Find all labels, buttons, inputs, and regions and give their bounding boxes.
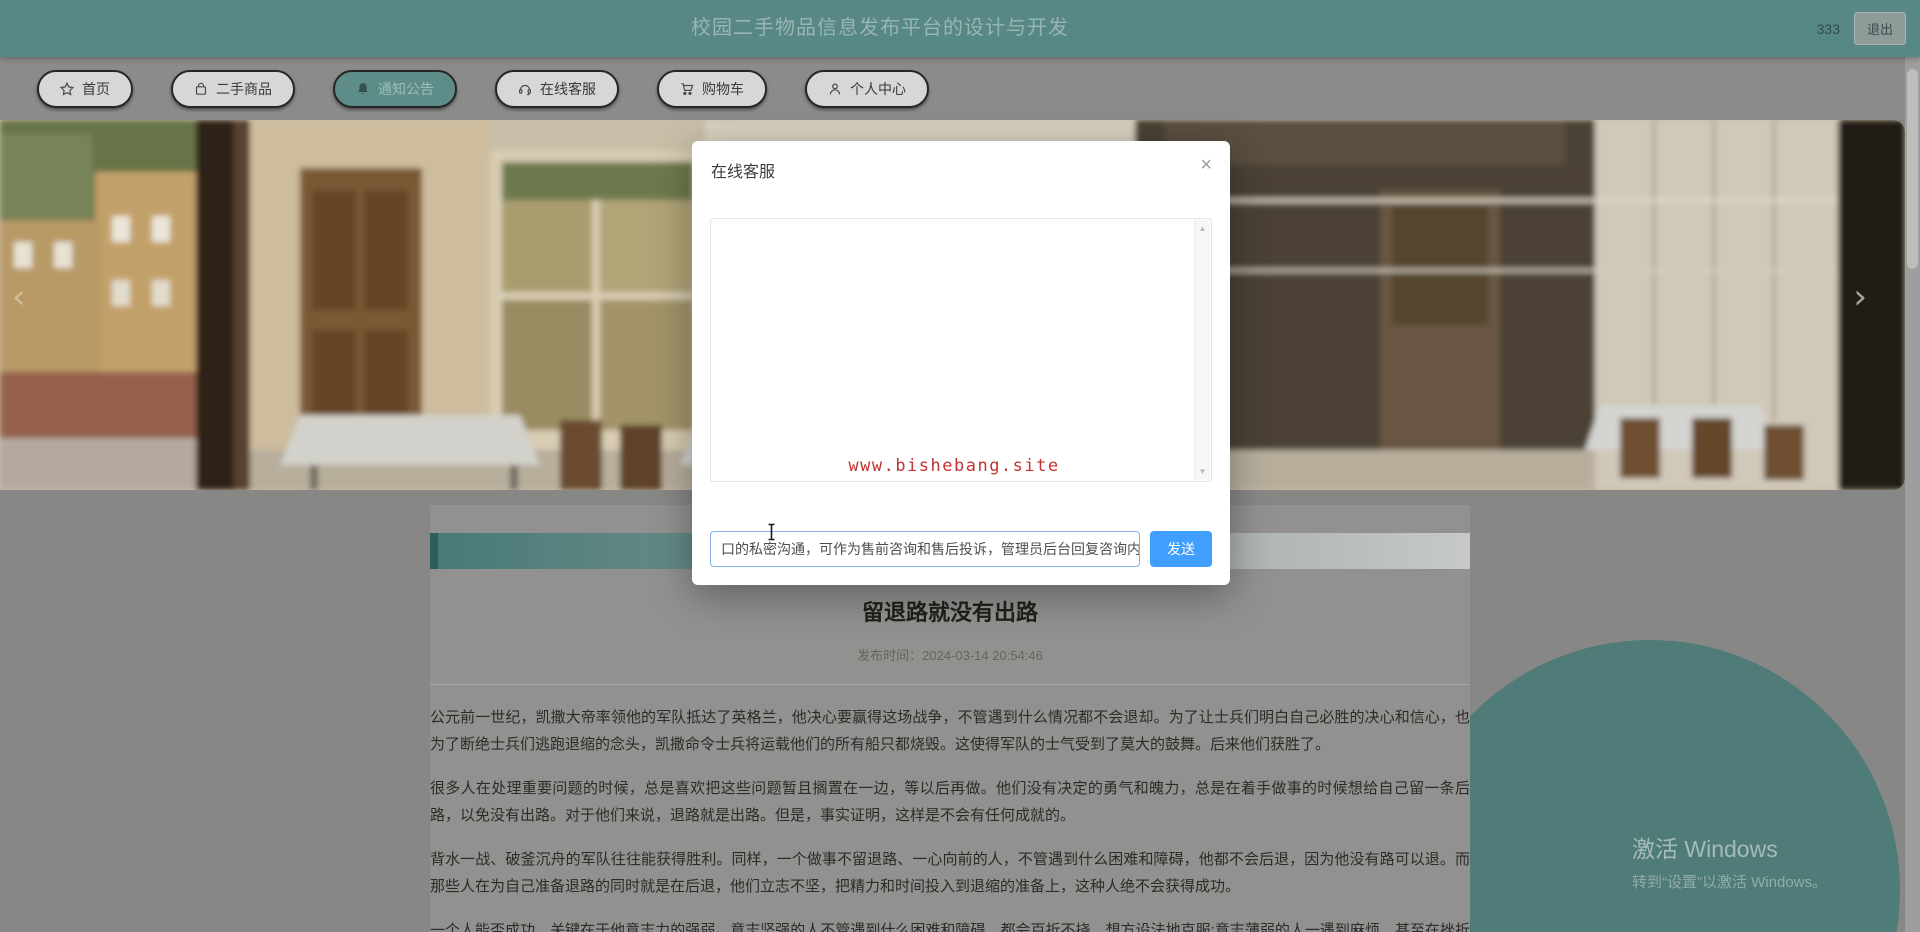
site-watermark: www.bishebang.site — [711, 456, 1197, 476]
article-paragraph: 公元前一世纪，凯撒大帝率领他的军队抵达了英格兰，他决心要赢得这场战争，不管遇到什… — [430, 704, 1470, 758]
nav-item-label: 首页 — [82, 79, 110, 99]
main-nav: 首页 二手商品 通知公告 在线客服 购物车 个人中心 — [0, 57, 1920, 120]
chat-input-row: 口的私密沟通，可作为售前咨询和售后投诉，管理员后台回复咨询内容！| 发送 — [710, 531, 1212, 567]
nav-item-label: 购物车 — [702, 79, 744, 99]
header-actions: 333 退出 — [1817, 0, 1906, 57]
scroll-up-icon[interactable]: ▲ — [1195, 224, 1210, 233]
nav-item-profile[interactable]: 个人中心 — [805, 70, 929, 108]
nav-item-label: 二手商品 — [216, 79, 272, 99]
page-scrollbar-thumb[interactable] — [1907, 69, 1918, 269]
nav-item-home[interactable]: 首页 — [37, 70, 133, 108]
article-paragraph: 一个人能否成功，关键在于他意志力的强弱。意志坚强的人不管遇到什么困难和障碍，都会… — [430, 917, 1470, 932]
send-button[interactable]: 发送 — [1150, 531, 1212, 567]
chat-scrollbar[interactable]: ▲ ▼ — [1194, 220, 1210, 480]
cart-icon — [680, 82, 694, 96]
nav-item-label: 在线客服 — [540, 79, 596, 99]
bag-icon — [194, 82, 208, 96]
app-screen: 激活 Windows 转到“设置”以激活 Windows。 校园二手物品信息发布… — [0, 0, 1920, 932]
nav-item-notices[interactable]: 通知公告 — [333, 70, 457, 108]
article-divider — [430, 684, 1470, 685]
article-body: 公元前一世纪，凯撒大帝率领他的军队抵达了英格兰，他决心要赢得这场战争，不管遇到什… — [430, 704, 1470, 932]
bell-icon — [356, 82, 370, 96]
headset-icon — [518, 82, 532, 96]
user-icon — [828, 82, 842, 96]
nav-item-goods[interactable]: 二手商品 — [171, 70, 295, 108]
article-paragraph: 很多人在处理重要问题的时候，总是喜欢把这些问题暂且搁置在一边，等以后再做。他们没… — [430, 775, 1470, 829]
nav-item-label: 个人中心 — [850, 79, 906, 99]
nav-item-label: 通知公告 — [378, 79, 434, 99]
nav-item-cart[interactable]: 购物车 — [657, 70, 767, 108]
carousel-next-arrow[interactable]: › — [1853, 280, 1867, 314]
scroll-down-icon[interactable]: ▼ — [1195, 467, 1210, 476]
chat-message-area: ▲ ▼ www.bishebang.site — [710, 218, 1212, 482]
logout-button[interactable]: 退出 — [1854, 12, 1906, 45]
chat-dialog-title: 在线客服 — [711, 158, 775, 182]
article-title: 留退路就没有出路 — [430, 595, 1470, 627]
chat-message-input[interactable]: 口的私密沟通，可作为售前咨询和售后投诉，管理员后台回复咨询内容！| — [710, 531, 1140, 567]
page-scrollbar[interactable] — [1905, 57, 1920, 932]
carousel-prev-arrow[interactable]: ‹ — [12, 280, 26, 314]
article-publish-time: 发布时间：2024-03-14 20:54:46 — [430, 645, 1470, 664]
app-header: 校园二手物品信息发布平台的设计与开发 333 退出 — [0, 0, 1920, 57]
page-title: 校园二手物品信息发布平台的设计与开发 — [0, 0, 1760, 57]
user-badge: 333 — [1817, 21, 1840, 37]
article-paragraph: 背水一战、破釜沉舟的军队往往能获得胜利。同样，一个做事不留退路、一心向前的人，不… — [430, 846, 1470, 900]
chat-dialog: 在线客服 × ▲ ▼ www.bishebang.site 口的私密沟通，可作为… — [692, 141, 1230, 585]
decorative-circle — [1400, 640, 1900, 932]
chat-input-text: 口的私密沟通，可作为售前咨询和售后投诉，管理员后台回复咨询内容！ — [721, 539, 1140, 559]
star-icon — [60, 82, 74, 96]
close-icon[interactable]: × — [1200, 155, 1212, 175]
nav-item-service[interactable]: 在线客服 — [495, 70, 619, 108]
